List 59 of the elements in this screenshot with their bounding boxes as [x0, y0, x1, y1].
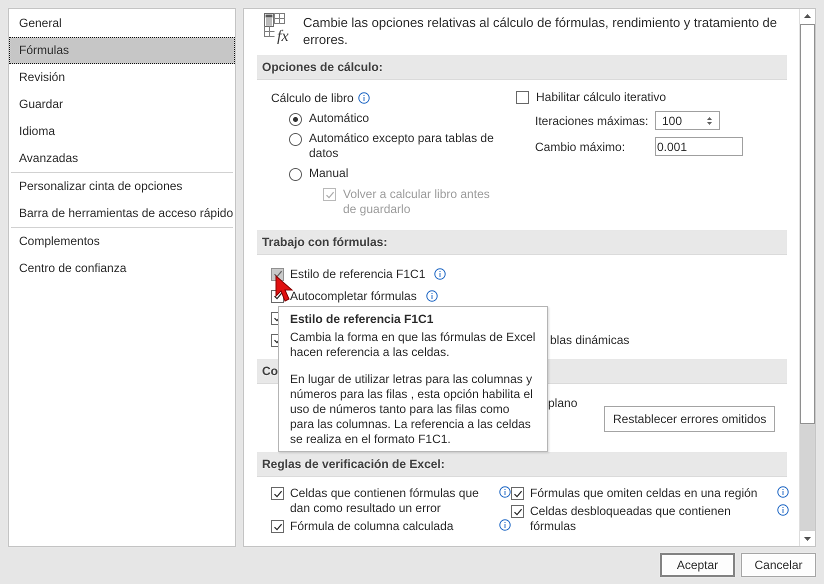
sidebar-item[interactable]: Personalizar cinta de opciones [9, 173, 235, 200]
checkbox[interactable] [271, 520, 284, 533]
sidebar-item[interactable]: General [9, 10, 235, 37]
radio-button[interactable] [289, 133, 302, 146]
option-label: Cálculo de libro [271, 91, 354, 105]
tooltip-text: Cambia la forma en que las fórmulas de Excel hacen referencia a las celdas. [290, 330, 536, 360]
option-label: plano [548, 396, 578, 410]
option-label: Estilo de referencia F1C1 [290, 267, 426, 281]
check-icon [272, 269, 282, 279]
section-header: Trabajo con fórmulas: [257, 230, 787, 255]
option-label: Celdas desbloqueadas que contienen fórmulas [530, 504, 732, 534]
option-label: Volver a calcular libro antes de guardarlo [343, 187, 491, 217]
info-icon [499, 519, 511, 531]
checkbox[interactable] [511, 505, 524, 518]
info-icon [777, 504, 789, 516]
option-label: Autocompletar fórmulas [290, 289, 417, 303]
option-label: blas dinámicas [550, 333, 630, 347]
field-label: Cambio máximo: [535, 140, 626, 154]
checkbox[interactable] [271, 268, 284, 280]
sidebar-item[interactable]: Revisión [9, 64, 235, 91]
check-icon [272, 291, 282, 301]
reset-errors-button[interactable]: Restablecer errores omitidos [604, 406, 776, 432]
option-label: Habilitar cálculo iterativo [536, 90, 666, 104]
sidebar-item[interactable]: Barra de herramientas de acceso rápido [9, 200, 235, 227]
check-icon [272, 488, 282, 498]
info-icon [777, 486, 789, 498]
option-label: Celdas que contienen fórmulas que dan como resultado un error [290, 486, 480, 516]
scrollbar[interactable] [799, 9, 815, 546]
description-text: Cambie las opciones relativas al cálculo de fórmulas, rendimiento y tratamiento de errores. [303, 14, 778, 49]
sidebar-item[interactable]: Guardar [9, 91, 235, 118]
scroll-thumb[interactable] [800, 24, 815, 424]
sidebar-item[interactable]: Fórmulas [9, 37, 235, 64]
option-label: Automático excepto para tablas de datos [309, 131, 495, 161]
option-label: Fórmulas que omiten celdas en una región [530, 486, 758, 501]
radio-button[interactable] [289, 168, 302, 181]
dialog-button[interactable]: Aceptar [660, 553, 735, 577]
section-header: Reglas de verificación de Excel: [257, 452, 787, 477]
sidebar-item[interactable]: Avanzadas [9, 145, 235, 172]
spin-field[interactable]: 100 [655, 111, 720, 130]
dialog-button[interactable]: Cancelar [741, 553, 816, 577]
tooltip-title: Estilo de referencia F1C1 [290, 312, 434, 327]
check-icon [272, 522, 282, 532]
spin-arrows-icon [706, 114, 713, 126]
field-label: Iteraciones máximas: [535, 114, 650, 128]
section-header: Opciones de cálculo: [257, 55, 787, 80]
check-icon [324, 190, 334, 200]
option-label: Fórmula de columna calculada [290, 519, 454, 534]
option-label: Manual [309, 166, 350, 181]
checkbox[interactable] [516, 91, 529, 104]
option-label: Automático [309, 111, 370, 126]
info-icon [358, 92, 370, 104]
radio-button[interactable] [289, 113, 302, 126]
input-field[interactable]: 0.001 [655, 137, 743, 156]
sidebar-item[interactable]: Centro de confianza [9, 255, 235, 282]
checkbox[interactable] [511, 487, 524, 500]
sidebar-item[interactable]: Complementos [9, 228, 235, 255]
info-icon [499, 486, 511, 498]
sidebar-item[interactable]: Idioma [9, 118, 235, 145]
checkbox[interactable] [271, 487, 284, 500]
